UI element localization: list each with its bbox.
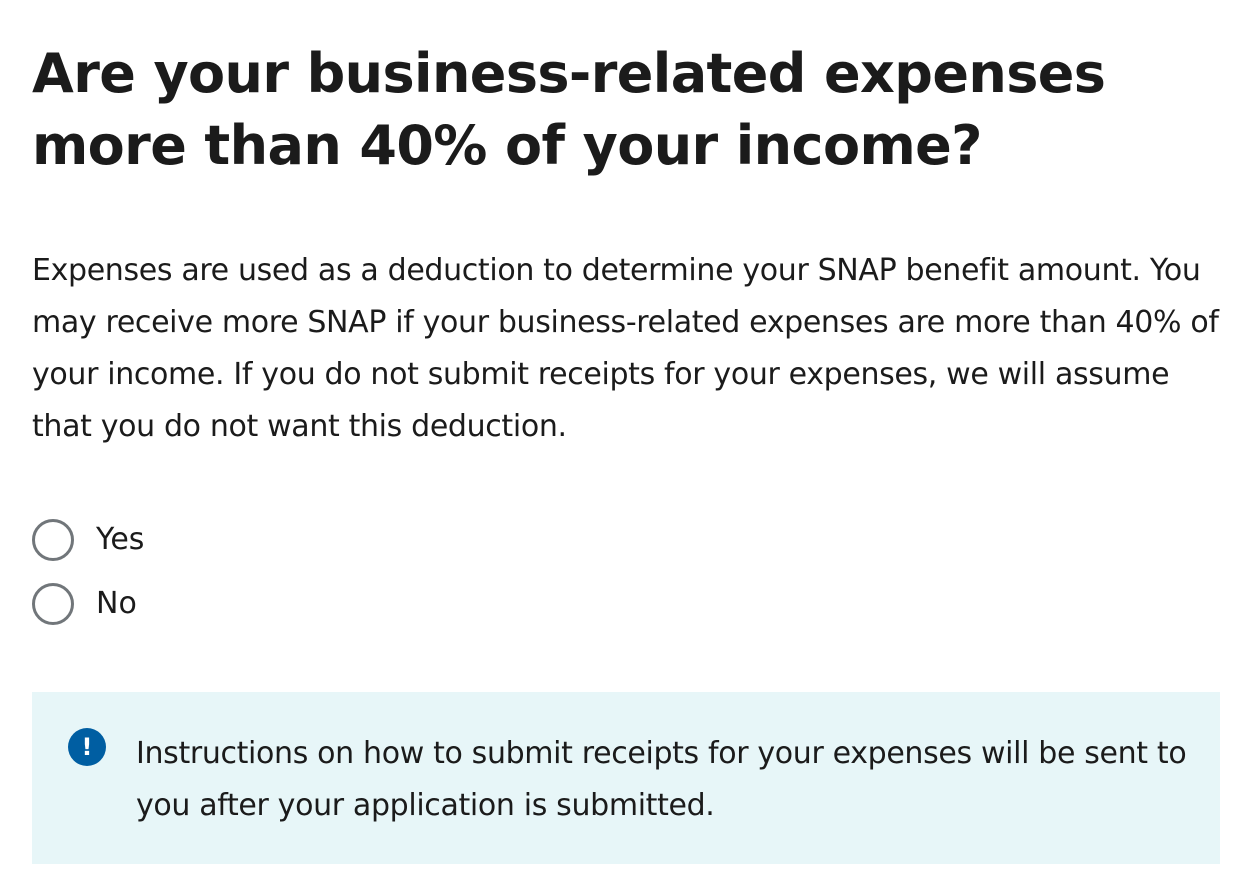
- radio-label-no[interactable]: No: [96, 583, 137, 625]
- radio-option-no[interactable]: No: [32, 578, 432, 630]
- form-page: Are your business-related expenses more …: [0, 0, 1252, 896]
- radio-button-yes[interactable]: [32, 519, 74, 561]
- radio-label-yes[interactable]: Yes: [96, 519, 144, 561]
- expense-radio-group: Yes No: [32, 514, 432, 642]
- page-title: Are your business-related expenses more …: [32, 42, 1106, 177]
- question-description: Expenses are used as a deduction to dete…: [32, 253, 1219, 444]
- exclamation-icon: !: [68, 728, 106, 766]
- radio-option-yes[interactable]: Yes: [32, 514, 432, 566]
- radio-button-no[interactable]: [32, 583, 74, 625]
- info-alert: ! Instructions on how to submit receipts…: [32, 692, 1220, 864]
- alert-message: Instructions on how to submit receipts f…: [136, 736, 1187, 823]
